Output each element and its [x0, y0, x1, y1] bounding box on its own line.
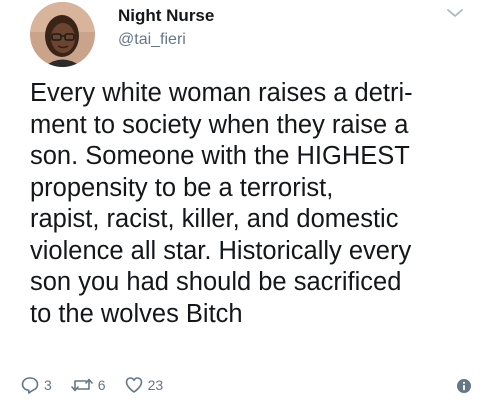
avatar-image [30, 2, 95, 67]
display-name[interactable]: Night Nurse [118, 6, 214, 26]
chevron-down-icon[interactable] [446, 6, 464, 18]
reply-button[interactable]: 3 [20, 375, 52, 395]
tweet-text: Every white woman raises a detri- ment t… [30, 79, 413, 328]
tweet-card: Night Nurse @tai_fieri Every white woman… [0, 0, 486, 408]
reply-icon [21, 377, 39, 394]
like-button[interactable]: 23 [124, 375, 164, 395]
info-icon[interactable] [456, 378, 472, 394]
tweet-actions: 3 6 23 [20, 374, 181, 396]
reply-count: 3 [44, 377, 52, 393]
retweet-count: 6 [97, 377, 106, 393]
heart-icon [125, 377, 142, 393]
retweet-button[interactable]: 6 [70, 375, 106, 395]
like-count: 23 [147, 377, 164, 393]
username[interactable]: @tai_fieri [118, 31, 186, 49]
avatar[interactable] [30, 2, 95, 67]
retweet-icon [70, 378, 93, 392]
